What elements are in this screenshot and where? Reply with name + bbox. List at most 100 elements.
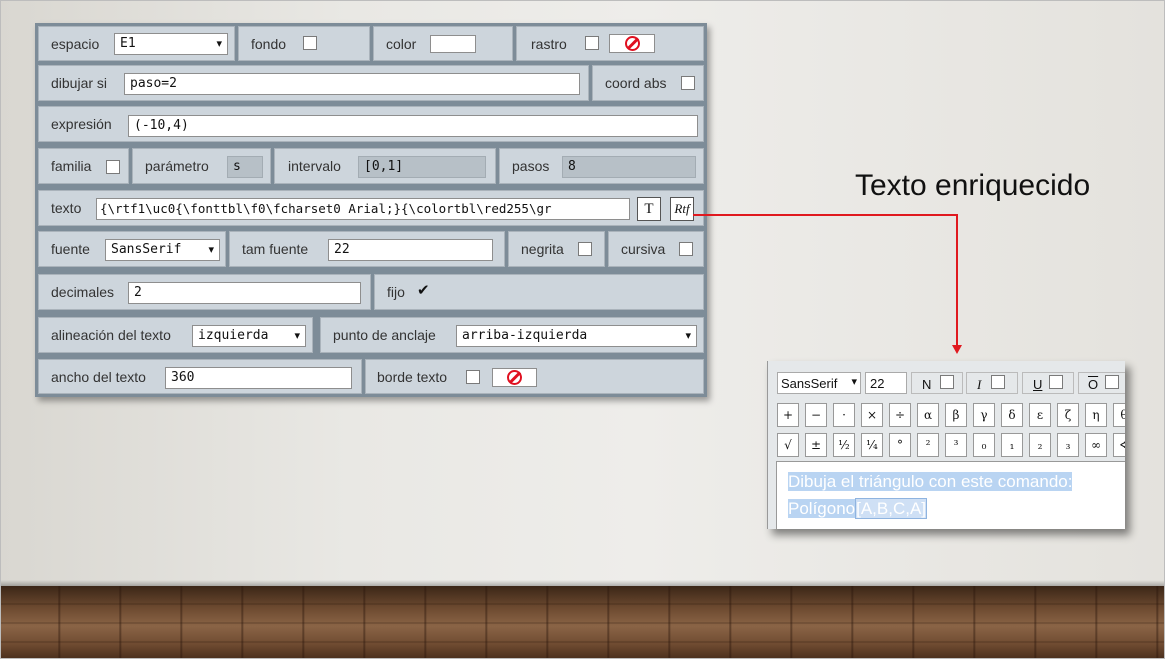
rte-line-1: Dibuja el triángulo con este comando: [788, 472, 1073, 492]
fuente-select[interactable]: SansSerif ▾ [105, 239, 220, 261]
dibujar-si-cell: dibujar si paso=2 [38, 65, 589, 101]
texto-label: texto [51, 200, 82, 216]
cursiva-cell: cursiva [608, 231, 704, 267]
tam-fuente-input[interactable]: 22 [328, 239, 493, 261]
espacio-value: E1 [120, 36, 136, 51]
fijo-checkbox[interactable] [417, 281, 431, 299]
ancho-label: ancho del texto [51, 368, 146, 385]
symbol-button[interactable]: θ [1113, 403, 1125, 427]
symbol-button[interactable]: · [833, 403, 855, 427]
texto-cell: texto {\rtf1\uc0{\fonttbl\f0\fcharset0 A… [38, 190, 704, 226]
texto-input[interactable]: {\rtf1\uc0{\fonttbl\f0\fcharset0 Arial;}… [96, 198, 630, 220]
rastro-cell: rastro [516, 26, 704, 61]
underline-icon: U [1033, 377, 1043, 392]
decimales-input[interactable]: 2 [128, 282, 361, 304]
intervalo-label: intervalo [288, 158, 341, 174]
familia-checkbox[interactable] [106, 160, 120, 174]
fijo-cell: fijo [374, 274, 704, 310]
plain-text-button[interactable]: T [637, 197, 661, 221]
color-swatch-button[interactable] [430, 35, 476, 53]
rte-underline-toggle[interactable]: U [1022, 372, 1074, 394]
rte-overline-toggle[interactable]: O [1078, 372, 1125, 394]
symbol-button[interactable]: + [777, 403, 799, 427]
symbol-button[interactable]: √ [777, 433, 799, 457]
rastro-color-button[interactable] [609, 34, 655, 53]
rte-line-2: Polígono[A,B,C,A] [788, 498, 928, 519]
symbol-button[interactable]: ¼ [861, 433, 883, 457]
rastro-label: rastro [531, 35, 567, 52]
symbol-button[interactable]: η [1085, 403, 1107, 427]
text-config-panel: espacio E1 ▾ fondo color rastro dibujar … [35, 23, 707, 397]
symbol-button[interactable]: ³ [945, 433, 967, 457]
borde-color-button[interactable] [492, 368, 537, 387]
rastro-checkbox[interactable] [585, 36, 599, 50]
selected-text: Polígono [788, 499, 856, 518]
coord-abs-checkbox[interactable] [681, 76, 695, 90]
symbol-button[interactable]: ÷ [889, 403, 911, 427]
rte-size-value: 22 [870, 376, 885, 391]
symbol-button[interactable]: ₀ [973, 433, 995, 457]
espacio-label: espacio [51, 35, 100, 52]
negrita-checkbox[interactable] [578, 242, 592, 256]
fuente-label: fuente [51, 241, 90, 257]
rte-bold-toggle[interactable]: N [911, 372, 963, 394]
symbol-button[interactable]: α [917, 403, 939, 427]
rte-overline-checkbox[interactable] [1105, 375, 1119, 389]
symbol-button[interactable]: − [805, 403, 827, 427]
familia-cell: familia [38, 148, 129, 184]
expresion-input[interactable]: (-10,4) [128, 115, 698, 137]
rte-content-area[interactable]: Dibuja el triángulo con este comando: Po… [776, 461, 1125, 529]
symbol-button[interactable]: ζ [1057, 403, 1079, 427]
decimales-cell: decimales 2 [38, 274, 371, 310]
rte-italic-checkbox[interactable] [991, 375, 1005, 389]
decimales-label: decimales [51, 284, 115, 300]
arrow-down-icon [952, 345, 962, 354]
ancho-input[interactable]: 360 [165, 367, 352, 389]
symbol-button[interactable]: ½ [833, 433, 855, 457]
rte-italic-toggle[interactable]: I [966, 372, 1018, 394]
rich-text-button[interactable]: Rtf [670, 197, 694, 221]
coord-abs-label: coord abs [605, 75, 667, 91]
intervalo-input[interactable]: [0,1] [358, 156, 486, 178]
symbol-button[interactable]: ∞ [1085, 433, 1107, 457]
symbol-button[interactable]: ² [917, 433, 939, 457]
cursiva-label: cursiva [621, 241, 666, 257]
cursiva-checkbox[interactable] [679, 242, 693, 256]
alineacion-select[interactable]: izquierda ▾ [192, 325, 306, 347]
espacio-select[interactable]: E1 ▾ [114, 33, 228, 55]
rte-font-select[interactable]: SansSerif ▾ [777, 372, 861, 394]
symbol-button[interactable]: ∢ [1113, 433, 1125, 457]
fondo-checkbox[interactable] [303, 36, 317, 50]
pasos-label: pasos [512, 158, 550, 174]
borde-cell: borde texto [365, 359, 704, 394]
symbol-button[interactable]: δ [1001, 403, 1023, 427]
symbol-button[interactable]: β [945, 403, 967, 427]
symbol-button[interactable]: ε [1029, 403, 1051, 427]
annotation-title: Texto enriquecido [855, 169, 1091, 202]
rte-size-input[interactable]: 22 [865, 372, 907, 394]
borde-checkbox[interactable] [466, 370, 480, 384]
italic-icon: I [977, 377, 982, 392]
symbol-button[interactable]: γ [973, 403, 995, 427]
anclaje-label: punto de anclaje [333, 327, 436, 343]
symbol-button[interactable]: ₂ [1029, 433, 1051, 457]
expresion-cell: expresión (-10,4) [38, 106, 704, 142]
wood-floor [0, 586, 1165, 659]
ancho-cell: ancho del texto 360 [38, 359, 362, 394]
tam-fuente-label: tam fuente [242, 241, 309, 257]
symbol-button[interactable]: ₃ [1057, 433, 1079, 457]
parametro-input[interactable]: s [227, 156, 263, 178]
dibujar-si-input[interactable]: paso=2 [124, 73, 580, 95]
symbol-button[interactable]: ₁ [1001, 433, 1023, 457]
symbol-button[interactable]: ° [889, 433, 911, 457]
rte-bold-checkbox[interactable] [940, 375, 954, 389]
fuente-value: SansSerif [111, 242, 182, 257]
alineacion-label: alineación del texto [51, 327, 171, 343]
pasos-input[interactable]: 8 [562, 156, 696, 178]
symbol-button[interactable]: ± [805, 433, 827, 457]
symbol-button[interactable]: × [861, 403, 883, 427]
anclaje-select[interactable]: arriba-izquierda ▾ [456, 325, 697, 347]
fuente-cell: fuente SansSerif ▾ [38, 231, 226, 267]
negrita-label: negrita [521, 241, 564, 257]
rte-underline-checkbox[interactable] [1049, 375, 1063, 389]
